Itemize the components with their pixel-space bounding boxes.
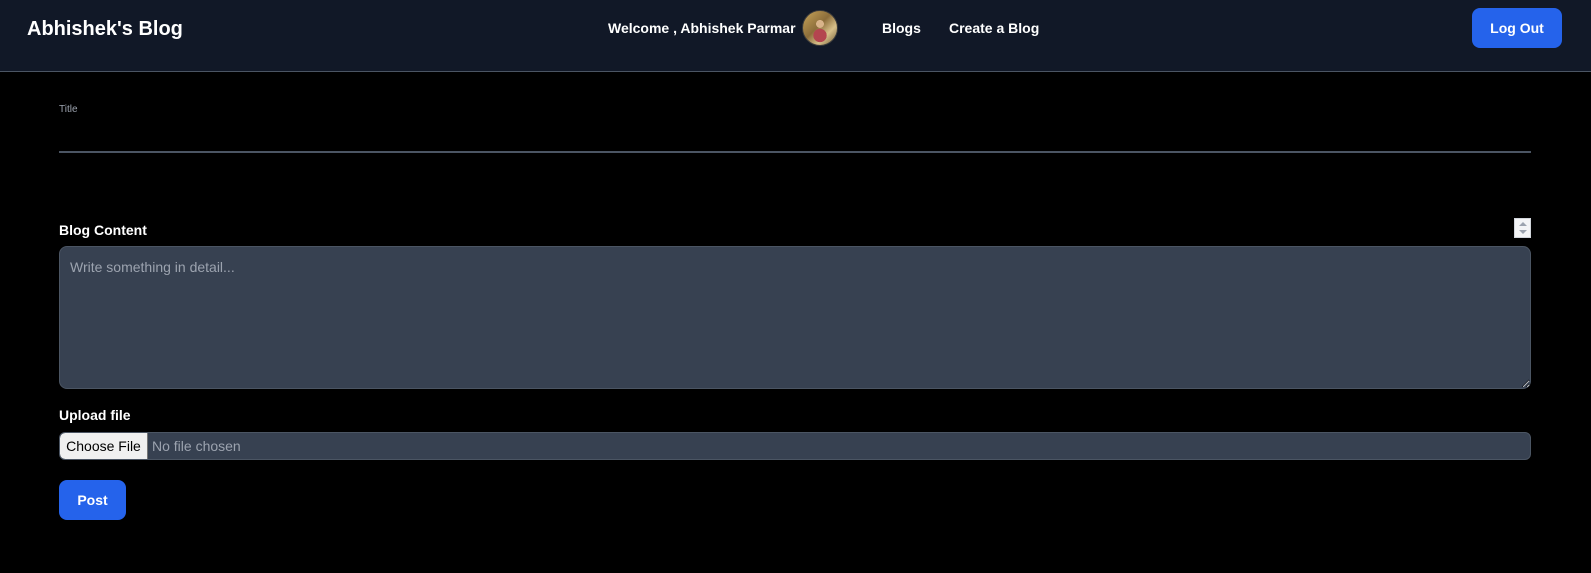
navbar: Abhishek's Blog Welcome , Abhishek Parma… [0, 0, 1591, 72]
chevron-up-icon[interactable] [1519, 222, 1527, 226]
blog-content-textarea[interactable] [59, 246, 1531, 389]
upload-file-label: Upload file [59, 407, 131, 423]
choose-file-button[interactable]: Choose File [60, 433, 148, 459]
post-button[interactable]: Post [59, 480, 126, 520]
blog-content-label: Blog Content [59, 222, 147, 238]
file-status-text: No file chosen [152, 438, 241, 454]
file-input[interactable]: Choose File No file chosen [59, 432, 1531, 460]
spinner-control[interactable] [1514, 218, 1531, 238]
nav-link-create-blog[interactable]: Create a Blog [949, 19, 1039, 37]
title-input[interactable] [59, 118, 1531, 153]
brand-title[interactable]: Abhishek's Blog [27, 16, 183, 42]
chevron-down-icon[interactable] [1519, 230, 1527, 234]
avatar[interactable] [802, 10, 838, 46]
logout-button[interactable]: Log Out [1472, 8, 1562, 48]
nav-link-blogs[interactable]: Blogs [882, 19, 921, 37]
title-label: Title [59, 104, 78, 115]
welcome-text: Welcome , Abhishek Parmar [608, 20, 796, 36]
